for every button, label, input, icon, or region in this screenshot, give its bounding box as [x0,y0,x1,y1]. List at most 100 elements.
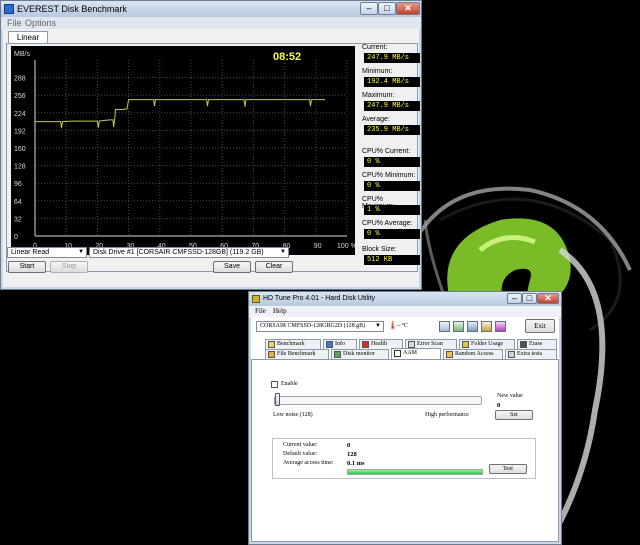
test-button[interactable]: Test [489,464,527,474]
settings-icon[interactable] [481,321,492,332]
tab-file-benchmark[interactable]: File Benchmark [265,349,329,359]
stat-value: 247.9 MB/s [364,101,420,111]
stat-label: Minimum: [362,68,393,75]
tab-erase[interactable]: Erase [517,339,557,349]
y-tick-label: 64 [14,199,22,206]
start-button[interactable]: Start [8,261,46,273]
tab-random-access[interactable]: Random Access [443,349,503,359]
exit-button[interactable]: Exit [525,319,555,333]
aam-panel: Enable New value 0 Set Low noise (128) H… [251,359,559,542]
tab-folder-usage-label: Folder Usage [471,341,504,347]
temperature-value: – °C [397,323,408,329]
speed-chart-svg: 0326496128160192224256288010203040506070… [14,51,355,250]
tab-disk-monitor[interactable]: Disk monitor [331,349,389,359]
tab-aam-label: AAM [403,350,418,356]
tab-info[interactable]: Info [323,339,357,349]
maximize-icon[interactable]: □ [522,293,537,304]
clear-button[interactable]: Clear [255,261,293,273]
everest-client: Linear Read 0326496128160192224256288010… [3,29,420,287]
stat-label: CPU% Average: [362,220,413,227]
speed-chart: 0326496128160192224256288010203040506070… [11,46,355,255]
access-progress-fill [348,470,482,474]
hdtune-drive-select[interactable]: CORSAIR CMFSSD-128GBG2D (128 gB) ▼ [256,321,384,332]
y-tick-label: 224 [14,111,26,118]
access-progress-bar [347,469,483,475]
y-axis-unit: MB/s [14,51,30,58]
enable-label: Enable [281,381,298,387]
aam-results-box: Current value: 0 Default value: 128 Aver… [272,438,536,479]
chevron-down-icon: ▼ [280,249,286,255]
benchmark-panel: 0326496128160192224256288010203040506070… [6,43,420,272]
stat-label: Average: [362,116,390,123]
set-button[interactable]: Set [495,410,533,420]
access-time-label: Average access time: [283,460,334,466]
stat-label: Maximum: [362,92,395,99]
drive-select[interactable]: Disk Drive #1 [CORSAIR CMFSSD-128GB] (11… [89,247,289,258]
default-value-label: Default value: [283,451,318,457]
hdtune-titlebar[interactable]: HD Tune Pro 4.01 - Hard Disk Utility – □… [249,292,561,306]
tab-extra-tests[interactable]: Extra tests [505,349,557,359]
drive-select-value: Disk Drive #1 [CORSAIR CMFSSD-128GB] (11… [93,249,264,256]
menu-file[interactable]: File [7,18,22,28]
test-type-select[interactable]: Linear Read ▼ [7,247,87,258]
erase-icon [520,341,527,348]
read-speed-line [35,99,326,129]
everest-title: EVEREST Disk Benchmark [17,4,127,14]
hdtune-drive-value: CORSAIR CMFSSD-128GBG2D (128 gB) [260,323,366,329]
tab-info-label: Info [335,341,345,347]
slider-low-label: Low noise (128) [273,412,313,418]
download-icon[interactable] [495,321,506,332]
elapsed-clock: 08:52 [273,51,301,63]
close-icon[interactable]: ✕ [396,2,420,15]
tab-folder-usage[interactable]: Folder Usage [459,339,515,349]
random-access-icon [446,351,453,358]
speaker-icon [394,350,401,357]
tab-health-label: Health [371,341,387,347]
y-tick-label: 288 [14,76,26,83]
close-icon[interactable]: ✕ [537,293,559,304]
aam-slider-track[interactable] [274,396,482,405]
y-tick-label: 0 [14,234,18,241]
aam-slider-thumb[interactable] [275,393,280,406]
enable-checkbox[interactable] [271,381,278,388]
new-value: 0 [497,402,501,409]
current-value-label: Current value: [283,442,318,448]
menu-help[interactable]: Help [273,307,287,315]
current-value: 0 [347,442,351,449]
tab-erase-label: Erase [529,341,543,347]
menu-file[interactable]: File [255,307,266,315]
hdtune-app-icon [252,295,260,303]
y-tick-label: 256 [14,93,26,100]
hdtune-title: HD Tune Pro 4.01 - Hard Disk Utility [263,295,376,302]
stop-button[interactable]: Stop [50,261,88,273]
minimize-icon[interactable]: – [507,293,522,304]
stat-value: 1 % [364,205,420,215]
everest-app-icon [4,4,14,14]
stat-value: 0 % [364,157,420,167]
tab-error-scan-label: Error Scan [417,341,443,347]
minimize-icon[interactable]: – [360,2,378,15]
y-tick-label: 160 [14,146,26,153]
extra-tests-icon [508,351,515,358]
save-icon[interactable] [453,321,464,332]
stat-value: 512 KB [364,255,420,265]
stat-value: 0 % [364,229,420,239]
tab-random-access-label: Random Access [455,351,494,357]
save-button[interactable]: Save [213,261,251,273]
everest-titlebar[interactable]: EVEREST Disk Benchmark – □ ✕ [1,1,421,17]
y-tick-label: 128 [14,164,26,171]
maximize-icon[interactable]: □ [378,2,396,15]
menu-options[interactable]: Options [25,18,56,28]
stat-value: 235.9 MB/s [364,125,420,135]
info-icon[interactable] [467,321,478,332]
access-time-value: 0.1 ms [347,460,365,467]
tab-benchmark[interactable]: Benchmark [265,339,321,349]
tab-disk-monitor-label: Disk monitor [343,351,375,357]
stat-label: CPU% Minimum: [362,172,416,179]
copy-icon[interactable] [439,321,450,332]
stat-value: 192.4 MB/s [364,77,420,87]
everest-menubar: File Options [1,17,421,29]
tab-aam[interactable]: AAM [391,348,441,359]
tab-benchmark-label: Benchmark [277,341,305,347]
info-icon [326,341,333,348]
